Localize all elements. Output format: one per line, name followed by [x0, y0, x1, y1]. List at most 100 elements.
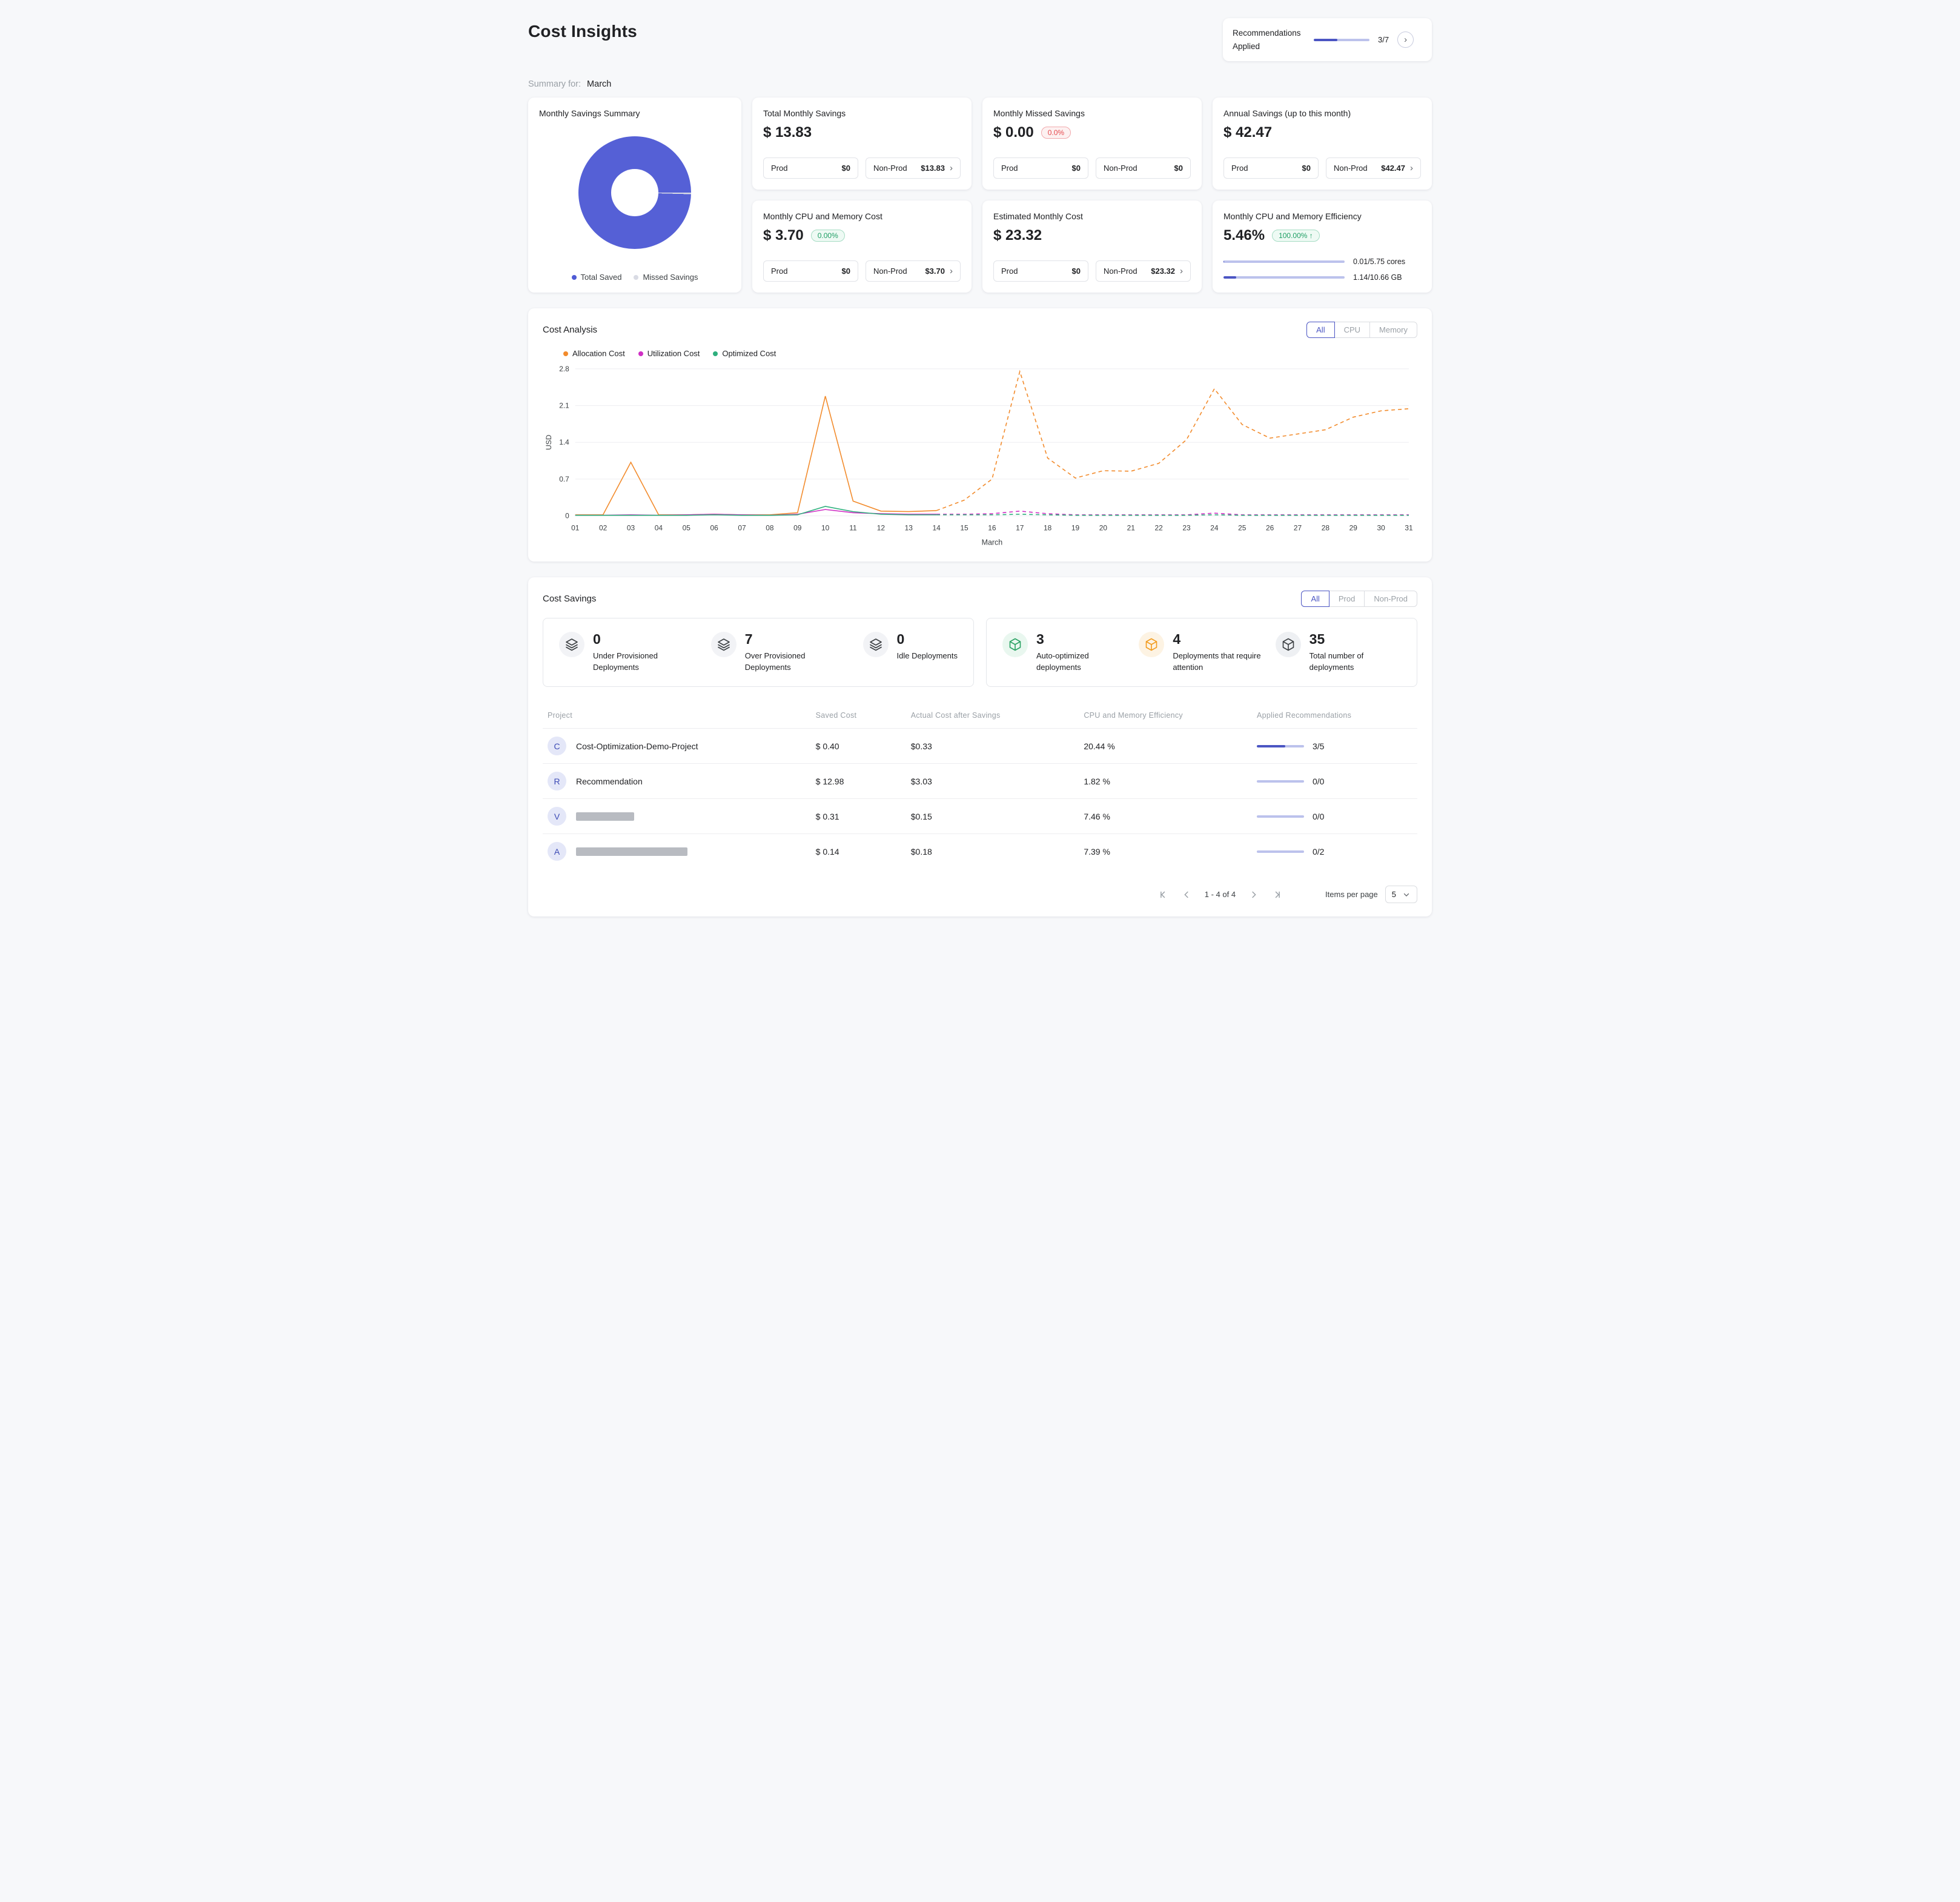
- cube-icon: [1275, 632, 1301, 658]
- card-title: Monthly CPU and Memory Cost: [763, 211, 882, 222]
- total-deployments-stat: 35 Total number of deployments: [1275, 632, 1401, 673]
- cost-analysis-chart[interactable]: 0 0.7 1.4 2.1 2.8 01 02 03 04 05 06 07 08 09 10 11 12 13 1…: [543, 360, 1417, 548]
- table-header: Project Saved Cost Actual Cost after Sav…: [543, 705, 1417, 728]
- table-row[interactable]: A $ 0.14 $0.18 7.39 % 0/2: [543, 833, 1417, 869]
- next-page-button[interactable]: [1245, 886, 1262, 903]
- legend-missed-savings: Missed Savings: [634, 273, 698, 282]
- legend-allocation-cost[interactable]: Allocation Cost: [563, 349, 625, 358]
- recommendations-applied-card: Recommendations Applied 3/7 ›: [1223, 18, 1432, 62]
- tab-prod[interactable]: Prod: [1328, 591, 1365, 608]
- svg-text:03: 03: [627, 524, 635, 532]
- chart-legend: Allocation Cost Utilization Cost Optimiz…: [563, 349, 1417, 358]
- card-title: Monthly CPU and Memory Efficiency: [1223, 211, 1362, 222]
- svg-text:21: 21: [1127, 524, 1136, 532]
- page-title: Cost Insights: [528, 22, 637, 41]
- non-prod-pill[interactable]: Non-Prod $3.70 ›: [866, 260, 961, 282]
- actual-cost: $0.33: [910, 741, 932, 751]
- allocation-cost-dot-icon: [563, 351, 568, 356]
- deployment-stats: 0 Under Provisioned Deployments 7 Over P…: [543, 618, 1417, 688]
- efficiency-value: 5.46%: [1223, 227, 1265, 244]
- legend-optimized-cost[interactable]: Optimized Cost: [713, 349, 776, 358]
- svg-text:2.1: 2.1: [559, 402, 569, 410]
- previous-page-button[interactable]: [1178, 886, 1195, 903]
- efficiency-bars: 0.01/5.75 cores 1.14/10.66 GB: [1223, 249, 1421, 282]
- svg-text:06: 06: [710, 524, 718, 532]
- tab-all[interactable]: All: [1306, 322, 1335, 339]
- applied-recommendations-bar: [1256, 815, 1304, 818]
- non-prod-pill[interactable]: Non-Prod $42.47 ›: [1326, 157, 1421, 179]
- prod-pill[interactable]: Prod $0: [763, 157, 858, 179]
- table-row[interactable]: R Recommendation $ 12.98 $3.03 1.82 % 0/…: [543, 763, 1417, 798]
- non-prod-pill[interactable]: Non-Prod $13.83 ›: [866, 157, 961, 179]
- idle-deployments-stat: 0 Idle Deployments: [862, 632, 958, 673]
- tab-memory[interactable]: Memory: [1369, 322, 1417, 339]
- table-row[interactable]: V $ 0.31 $0.15 7.46 % 0/0: [543, 798, 1417, 833]
- svg-text:1.4: 1.4: [559, 438, 569, 446]
- svg-text:01: 01: [571, 524, 580, 532]
- applied-recommendations-count: 0/2: [1312, 846, 1325, 857]
- svg-text:23: 23: [1182, 524, 1191, 532]
- annual-savings-value: $ 42.47: [1223, 124, 1273, 141]
- card-title: Total Monthly Savings: [763, 108, 846, 119]
- actual-cost: $3.03: [910, 776, 932, 786]
- efficiency: 1.82 %: [1084, 776, 1110, 786]
- svg-text:07: 07: [738, 524, 746, 532]
- cube-icon: [1139, 632, 1165, 658]
- avatar: R: [548, 772, 566, 791]
- svg-text:04: 04: [655, 524, 663, 532]
- items-per-page-select[interactable]: 5: [1385, 886, 1417, 904]
- avatar: C: [548, 737, 566, 756]
- prod-pill[interactable]: Prod $0: [993, 260, 1088, 282]
- first-page-button[interactable]: [1155, 886, 1172, 903]
- saved-cost: $ 0.14: [815, 846, 839, 857]
- missed-savings-dot-icon: [634, 274, 639, 280]
- summary-cards-grid: Monthly Savings Summary Total Saved Miss…: [528, 98, 1432, 293]
- cores-usage-bar: [1223, 260, 1345, 263]
- line-chart: 0 0.7 1.4 2.1 2.8 01 02 03 04 05 06 07 08 09 10 11 12 13 1…: [545, 365, 1413, 546]
- memory-usage-bar: [1223, 276, 1345, 279]
- auto-optimized-stat: 3 Auto-optimized deployments: [1002, 632, 1128, 673]
- svg-text:28: 28: [1322, 524, 1330, 532]
- svg-text:USD: USD: [545, 434, 553, 450]
- over-provisioned-stat: 7 Over Provisioned Deployments: [710, 632, 842, 673]
- project-name: Cost-Optimization-Demo-Project: [576, 741, 698, 751]
- memory-usage-label: 1.14/10.66 GB: [1353, 273, 1402, 282]
- svg-text:March: March: [982, 538, 1003, 546]
- recommendations-open-button[interactable]: ›: [1397, 31, 1414, 48]
- non-prod-pill[interactable]: Non-Prod $23.32 ›: [1096, 260, 1191, 282]
- card-title: Estimated Monthly Cost: [993, 211, 1083, 222]
- chevron-right-icon: [1252, 891, 1256, 898]
- cpu-memory-cost-value: $ 3.70: [763, 227, 804, 244]
- annual-savings-card: Annual Savings (up to this month) $ 42.4…: [1213, 98, 1432, 190]
- legend-utilization-cost[interactable]: Utilization Cost: [638, 349, 700, 358]
- non-prod-pill[interactable]: Non-Prod $0: [1096, 157, 1191, 179]
- applied-recommendations-bar: [1256, 850, 1304, 853]
- missed-savings-value: $ 0.00: [993, 124, 1034, 141]
- prod-pill[interactable]: Prod $0: [993, 157, 1088, 179]
- prod-pill[interactable]: Prod $0: [763, 260, 858, 282]
- col-saved-cost: Saved Cost: [815, 711, 857, 720]
- svg-text:16: 16: [988, 524, 996, 532]
- total-monthly-savings-card: Total Monthly Savings $ 13.83 Prod $0 No…: [752, 98, 972, 190]
- svg-text:15: 15: [960, 524, 968, 532]
- tab-cpu[interactable]: CPU: [1334, 322, 1371, 339]
- svg-text:0: 0: [565, 512, 569, 520]
- svg-text:2.8: 2.8: [559, 365, 569, 373]
- saved-cost: $ 12.98: [815, 776, 844, 786]
- cost-savings-section: Cost Savings All Prod Non-Prod 0 Under P…: [528, 577, 1432, 917]
- cost-savings-title: Cost Savings: [543, 594, 597, 605]
- svg-text:11: 11: [849, 524, 857, 532]
- tab-non-prod[interactable]: Non-Prod: [1364, 591, 1417, 608]
- cube-icon: [1002, 632, 1028, 658]
- saved-cost: $ 0.40: [815, 741, 839, 751]
- items-per-page-label: Items per page: [1325, 890, 1378, 900]
- prod-pill[interactable]: Prod $0: [1223, 157, 1319, 179]
- svg-text:05: 05: [683, 524, 691, 532]
- under-provisioned-stat: 0 Under Provisioned Deployments: [559, 632, 690, 673]
- last-page-button[interactable]: [1268, 886, 1285, 903]
- tab-all[interactable]: All: [1301, 591, 1329, 608]
- table-row[interactable]: C Cost-Optimization-Demo-Project $ 0.40 …: [543, 728, 1417, 763]
- applied-recommendations-count: 0/0: [1312, 776, 1325, 786]
- svg-text:10: 10: [821, 524, 830, 532]
- optimized-cost-dot-icon: [713, 351, 718, 356]
